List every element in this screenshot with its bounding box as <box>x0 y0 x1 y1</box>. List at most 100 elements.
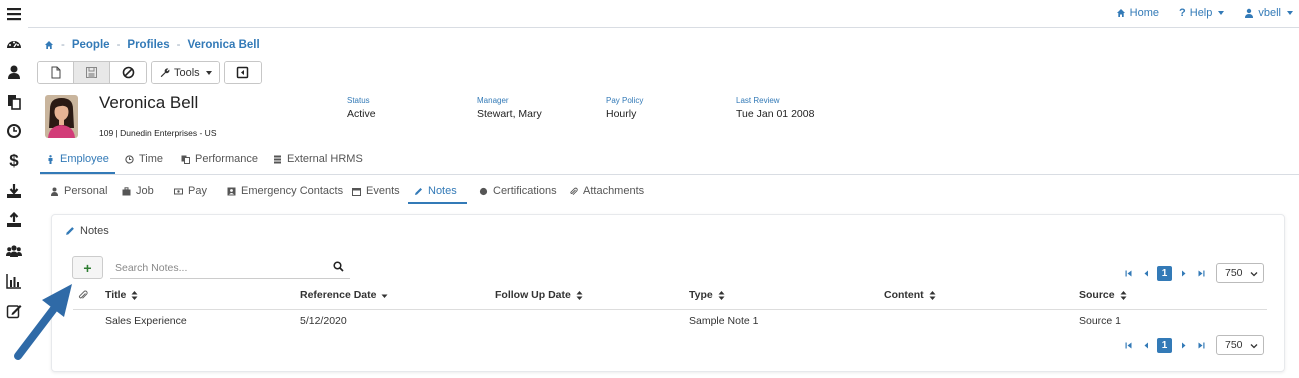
next-page-icon <box>1181 342 1185 348</box>
employee-subtitle: 109 | Dunedin Enterprises - US <box>99 128 217 138</box>
pay-policy-value: Hourly <box>606 108 637 120</box>
group-icon[interactable] <box>5 242 23 260</box>
person-icon[interactable] <box>5 63 23 81</box>
help-label: Help <box>1189 7 1213 19</box>
subtab-label: Personal <box>64 185 108 197</box>
manager-value: Stewart, Mary <box>477 108 542 120</box>
notes-table-header: Title Reference Date Follow Up Date Type… <box>73 282 1267 310</box>
dollar-icon[interactable]: $ <box>5 151 23 170</box>
subtab-notes[interactable]: Notes <box>408 182 467 204</box>
documents-icon[interactable] <box>5 93 23 111</box>
notes-panel-title: Notes <box>65 225 109 237</box>
breadcrumb-separator: - <box>61 39 65 51</box>
column-label: Type <box>689 289 713 301</box>
subtab-label: Attachments <box>583 185 645 197</box>
clock-icon <box>125 155 134 164</box>
tab-label: Time <box>139 153 164 165</box>
collapse-group <box>223 61 262 84</box>
dashboard-icon[interactable] <box>5 35 23 53</box>
subtab-events[interactable]: Events <box>346 182 406 204</box>
last-page-button[interactable] <box>1194 337 1208 353</box>
last-page-button[interactable] <box>1194 265 1208 281</box>
last-review-field: Last Review Tue Jan 01 2008 <box>736 96 814 120</box>
help-question-icon: ? <box>1179 7 1186 19</box>
column-header-reference-date[interactable]: Reference Date <box>300 289 388 301</box>
column-header-follow-up-date[interactable]: Follow Up Date <box>495 289 583 301</box>
tab-performance[interactable]: Performance <box>175 150 264 174</box>
column-header-content[interactable]: Content <box>884 289 936 301</box>
pager-bottom: 1 <box>1121 335 1208 355</box>
subtab-personal[interactable]: Personal <box>44 182 113 204</box>
clock-icon[interactable] <box>5 122 23 140</box>
breadcrumb-item-people[interactable]: People <box>72 39 110 51</box>
add-note-button[interactable]: + <box>72 256 103 279</box>
breadcrumb-item-profiles[interactable]: Profiles <box>127 39 169 51</box>
pay-policy-field: Pay Policy Hourly <box>606 96 643 120</box>
sort-icon <box>718 290 725 300</box>
menu-icon[interactable] <box>5 5 23 23</box>
sort-desc-icon <box>381 294 388 298</box>
first-page-icon <box>1125 342 1131 348</box>
collapse-button[interactable] <box>224 62 261 83</box>
page-size-select[interactable]: 750 <box>1216 263 1264 283</box>
new-document-button[interactable] <box>38 62 74 83</box>
tab-time[interactable]: Time <box>119 150 169 174</box>
next-page-button[interactable] <box>1176 337 1190 353</box>
home-icon[interactable] <box>44 40 54 50</box>
column-header-source[interactable]: Source <box>1079 289 1127 301</box>
chevron-down-icon <box>1287 11 1293 15</box>
subtab-pay[interactable]: Pay <box>168 182 213 204</box>
save-button[interactable] <box>74 62 110 83</box>
documents-icon <box>181 155 190 164</box>
subtab-emergency-contacts[interactable]: Emergency Contacts <box>221 182 349 204</box>
home-link[interactable]: Home <box>1116 7 1159 19</box>
status-value: Active <box>347 108 376 120</box>
first-page-button[interactable] <box>1121 265 1135 281</box>
tab-label: External HRMS <box>287 153 363 165</box>
cell-reference-date: 5/12/2020 <box>300 315 347 327</box>
download-icon[interactable] <box>5 182 23 200</box>
contact-card-icon <box>227 187 236 196</box>
next-page-button[interactable] <box>1176 265 1190 281</box>
prev-page-icon <box>1144 270 1148 276</box>
subtab-attachments[interactable]: Attachments <box>563 182 650 204</box>
manager-label: Manager <box>477 96 509 105</box>
search-input[interactable] <box>115 259 320 276</box>
person-standing-icon <box>48 155 53 164</box>
subtab-certifications[interactable]: Certifications <box>473 182 563 204</box>
column-header-title[interactable]: Title <box>105 289 138 301</box>
tab-external-hrms[interactable]: External HRMS <box>267 150 369 174</box>
top-bar: Home ? Help vbell <box>28 0 1299 28</box>
upload-icon[interactable] <box>5 211 23 229</box>
page-size-value: 750 <box>1225 267 1243 279</box>
sort-icon <box>929 290 936 300</box>
chevron-down-icon <box>1250 344 1258 349</box>
column-label: Title <box>105 289 127 301</box>
calendar-icon <box>352 188 361 196</box>
prev-page-button[interactable] <box>1139 265 1153 281</box>
subtab-label: Job <box>136 185 154 197</box>
tab-employee[interactable]: Employee <box>40 150 115 174</box>
current-page[interactable]: 1 <box>1157 337 1172 353</box>
pay-policy-label: Pay Policy <box>606 96 644 105</box>
first-page-button[interactable] <box>1121 337 1135 353</box>
breadcrumb-separator: - <box>116 39 121 51</box>
cancel-button[interactable] <box>110 62 146 83</box>
breadcrumb-item-current[interactable]: Veronica Bell <box>187 39 259 51</box>
search-icon[interactable] <box>333 261 344 272</box>
sort-icon <box>131 290 138 300</box>
current-page[interactable]: 1 <box>1157 265 1172 281</box>
user-menu[interactable]: vbell <box>1244 7 1293 19</box>
user-icon <box>1245 8 1254 18</box>
page-size-select[interactable]: 750 <box>1216 335 1264 355</box>
toolbar-main-group <box>37 61 147 84</box>
column-header-type[interactable]: Type <box>689 289 725 301</box>
prev-page-icon <box>1144 342 1148 348</box>
avatar <box>45 95 78 138</box>
subtab-job[interactable]: Job <box>116 182 160 204</box>
prev-page-button[interactable] <box>1139 337 1153 353</box>
help-menu[interactable]: ? Help <box>1179 7 1225 19</box>
status-field: Status Active <box>347 96 376 120</box>
tools-dropdown-button[interactable]: Tools <box>152 62 219 83</box>
app-root: $ Home ? Help vbell - People - Profiles … <box>0 0 1299 378</box>
